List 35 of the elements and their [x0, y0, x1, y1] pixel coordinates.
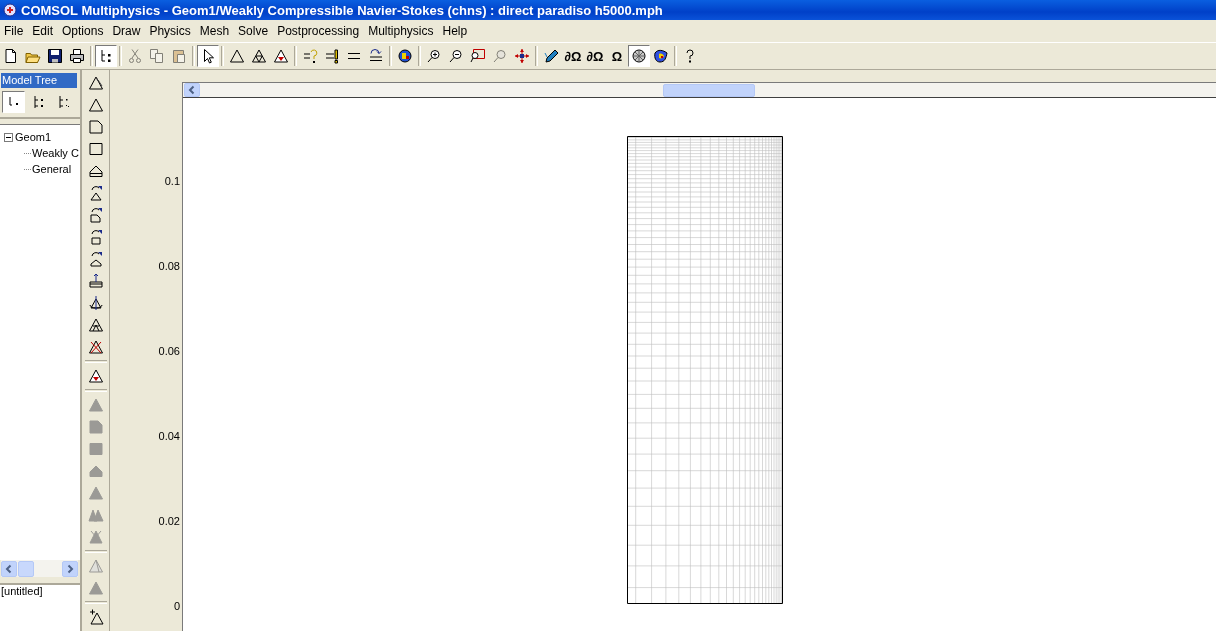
menu-item[interactable]: Physics [145, 24, 196, 38]
menu-item[interactable]: Postprocessing [273, 24, 365, 38]
window-title: COMSOL Multiphysics - Geom1/Weakly Compressible Navier-Stokes (chns) : direct paradiso h5000.mph [21, 2, 663, 18]
axis-label: 0.02 [158, 514, 180, 528]
axis-label: 0.04 [158, 429, 180, 443]
toolbar-button[interactable]: ∂Ω [584, 45, 606, 67]
tree-item[interactable]: Weakly C [32, 147, 79, 159]
axis-label: 0 [173, 599, 180, 613]
scroll-left-icon[interactable] [184, 83, 200, 97]
tree-view-icon[interactable] [2, 91, 25, 113]
menu-item[interactable]: File [0, 24, 29, 38]
scroll-left-icon[interactable] [1, 560, 17, 577]
axis-label: 0.08 [158, 259, 180, 273]
menu-item[interactable]: Solve [234, 24, 274, 38]
select-icon[interactable] [197, 45, 219, 67]
scroll-right-icon[interactable] [62, 560, 78, 577]
axis-label: 0.1 [164, 174, 180, 188]
file-label: [untitled] [1, 585, 43, 597]
menu-item[interactable]: Multiphysics [364, 24, 439, 38]
menu-item[interactable]: Help [438, 24, 473, 38]
tree-item[interactable]: General [32, 163, 72, 175]
model-tree-tab[interactable]: Model Tree [1, 73, 77, 88]
horizontal-scrollbar[interactable] [183, 83, 1216, 98]
horizontal-scrollbar[interactable] [1, 560, 78, 577]
tree-icon[interactable] [95, 45, 117, 67]
menu-item[interactable]: Draw [108, 24, 146, 38]
toolbar-button[interactable]: Ω [606, 45, 628, 67]
app-icon [2, 2, 18, 18]
axis-label: 0.06 [158, 344, 180, 358]
menu-item[interactable]: Edit [28, 24, 59, 38]
toolbar-button[interactable]: ∂Ω [562, 45, 584, 67]
tree-item[interactable]: Geom1 [15, 131, 52, 143]
collapse-icon[interactable] [4, 132, 13, 142]
menu-item[interactable]: Mesh [195, 24, 235, 38]
menu-item[interactable]: Options [58, 24, 109, 38]
